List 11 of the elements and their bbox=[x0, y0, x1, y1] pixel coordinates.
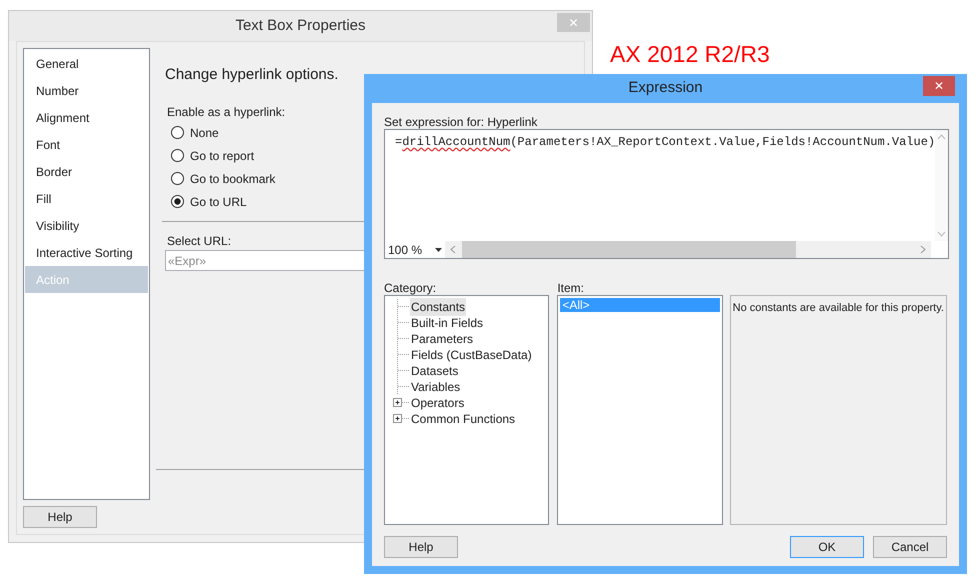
group-label: Enable as a hyperlink: bbox=[167, 104, 286, 121]
description-text: No constants are available for this property. bbox=[732, 302, 944, 314]
section-heading: Change hyperlink options. bbox=[165, 65, 338, 85]
field-label: Category: bbox=[384, 280, 436, 295]
field-label: Set expression for: Hyperlink bbox=[384, 114, 538, 129]
annotation-text: AX 2012 R2/R3 bbox=[610, 40, 770, 69]
window-title: Text Box Properties bbox=[235, 16, 366, 36]
expression-text: =drillAccountNum(Parameters!AX_ReportContext.Value,Fields!AccountNum.Value) bbox=[394, 134, 936, 150]
field-label: Item: bbox=[557, 280, 584, 295]
window-title: Expression bbox=[628, 78, 703, 98]
field-label: Select URL: bbox=[167, 233, 232, 250]
